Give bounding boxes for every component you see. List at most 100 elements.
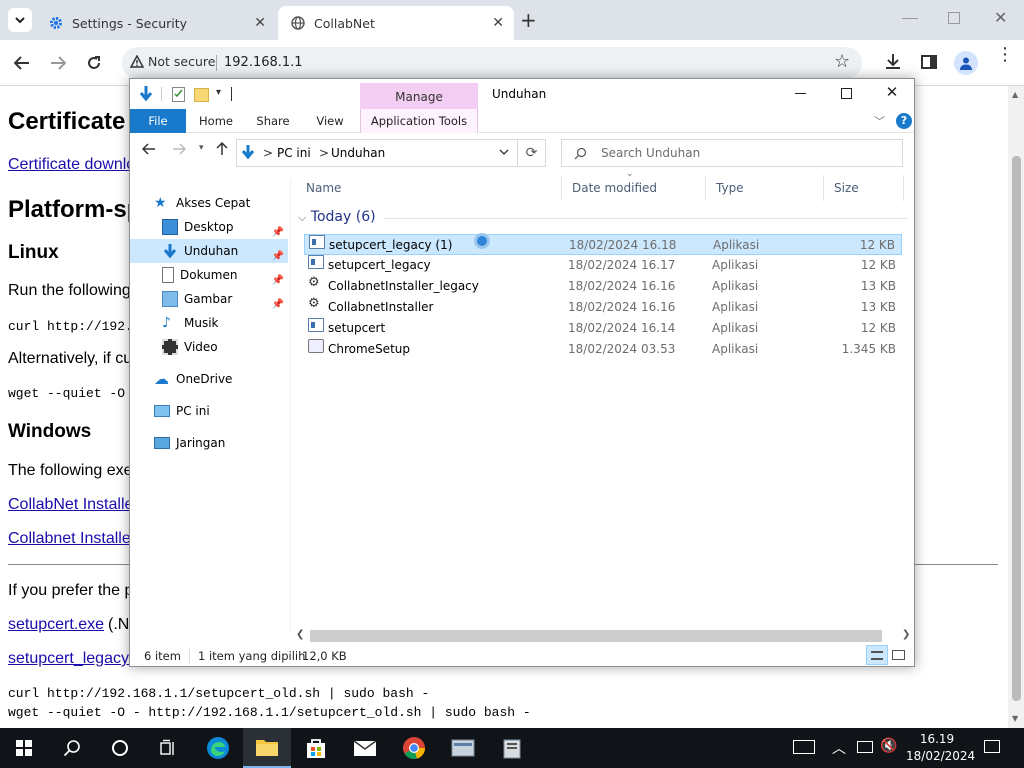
tab-manage[interactable]: Manage [360,83,478,109]
page-scrollbar[interactable]: ▲ ▼ [1008,86,1024,728]
nav-videos[interactable]: Video [162,335,288,359]
action-center-icon[interactable] [984,740,1000,753]
link-certificate-download[interactable]: Certificate downlo [8,156,135,174]
group-header[interactable]: ⌵ Today (6) [298,209,376,225]
nav-pictures[interactable]: Gambar 📌 [162,287,288,311]
reload-button[interactable] [81,50,107,76]
cortana-button[interactable] [96,728,144,768]
nav-music[interactable]: ♪ Musik [162,311,288,335]
tab-file[interactable]: File [130,109,186,133]
scroll-up-arrow[interactable]: ▲ [1012,90,1018,99]
properties-icon[interactable] [172,87,185,102]
file-row[interactable]: setupcert_legacy 18/02/2024 16.17 Aplika… [304,255,902,276]
notification-badge-icon[interactable] [793,740,815,754]
close-button[interactable]: ✕ [872,83,912,105]
downloads-button[interactable] [884,53,902,74]
nav-desktop[interactable]: Desktop 📌 [162,215,288,239]
pane-divider[interactable] [290,179,291,631]
scrollbar-thumb[interactable] [310,630,882,642]
tab-view[interactable]: View [306,109,354,133]
show-hidden-icons-button[interactable]: ︿ [832,738,846,758]
link-setupcert-legacy[interactable]: setupcert_legacy [8,650,129,668]
horizontal-scrollbar[interactable]: ❮ ❯ [296,629,914,643]
new-folder-icon[interactable] [194,88,209,102]
back-button[interactable] [9,50,35,76]
back-button[interactable] [141,143,156,158]
taskbar-edge[interactable] [194,728,242,768]
security-indicator[interactable]: Not secure [130,54,215,69]
new-tab-button[interactable]: + [520,8,537,32]
tab-collabnet[interactable]: CollabNet ✕ [278,6,514,40]
restore-button[interactable] [948,12,960,24]
taskbar-app-2[interactable] [488,728,536,768]
tab-application-tools[interactable]: Application Tools [360,109,478,133]
search-box[interactable]: Search Unduhan [561,139,903,167]
bookmark-star-icon[interactable]: ☆ [834,51,850,72]
recent-locations-icon[interactable]: ▾ [199,143,204,153]
tab-settings[interactable]: Settings - Security ✕ [36,6,276,40]
file-row[interactable]: ⚙ CollabnetInstaller 18/02/2024 16.16 Ap… [304,297,902,318]
link-setupcert[interactable]: setupcert.exe [8,616,104,634]
help-button[interactable]: ? [896,113,912,129]
network-status-icon[interactable] [857,741,873,753]
file-name: ChromeSetup [328,342,410,356]
file-row[interactable]: setupcert 18/02/2024 16.14 Aplikasi 12 K… [304,318,902,339]
link-collabnet-installer[interactable]: CollabNet Installe [8,496,133,514]
task-view-button[interactable] [144,728,192,768]
profile-avatar[interactable] [954,51,978,75]
scroll-left-arrow[interactable]: ❮ [296,629,304,640]
address-bar[interactable]: Not secure 192.168.1.1 ☆ [122,47,862,79]
side-panel-button[interactable] [921,55,937,69]
column-size[interactable]: Size [824,175,904,201]
scroll-down-arrow[interactable]: ▼ [1012,714,1018,723]
taskbar-chrome[interactable] [390,728,438,768]
breadcrumb-bar[interactable]: > PC ini > Unduhan [236,139,518,167]
warning-icon [130,55,144,68]
nav-downloads[interactable]: Unduhan 📌 [130,239,288,263]
system-clock[interactable]: 16.19 18/02/2024 [906,731,975,765]
tab-home[interactable]: Home [190,109,242,133]
breadcrumb-unduhan[interactable]: Unduhan [331,146,385,160]
link-collabnet-installer-legacy[interactable]: Collabnet Installe [8,530,131,548]
customize-qat-icon[interactable]: ▾ [216,87,221,98]
expand-ribbon-icon[interactable]: ﹀ [874,113,885,129]
breadcrumb-pc[interactable]: PC ini [277,146,311,160]
start-button[interactable] [0,728,48,768]
search-button[interactable] [48,728,96,768]
column-date-modified[interactable]: Date modified [562,175,706,201]
taskbar-store[interactable] [292,728,340,768]
taskbar-file-explorer[interactable] [243,728,291,768]
nav-onedrive[interactable]: ☁ OneDrive [154,367,284,391]
large-icons-view-button[interactable] [892,650,905,660]
close-tab-icon[interactable]: ✕ [254,15,266,31]
nav-documents[interactable]: Dokumen 📌 [162,263,288,287]
minimize-button[interactable] [780,83,820,105]
column-name[interactable]: Name [296,175,562,201]
forward-button[interactable] [172,143,187,158]
minimize-button[interactable] [902,10,918,24]
more-menu-icon[interactable]: ⋮ [996,46,1014,64]
tab-search-button[interactable] [8,8,32,32]
close-tab-icon[interactable]: ✕ [492,15,504,31]
column-type[interactable]: Type [706,175,824,201]
nav-quick-access[interactable]: ★ Akses Cepat [154,191,284,215]
address-dropdown-icon[interactable] [499,145,509,159]
file-row[interactable]: setupcert_legacy (1) 18/02/2024 16.18 Ap… [304,234,902,255]
taskbar-mail[interactable] [341,728,389,768]
details-view-button[interactable] [866,645,888,665]
taskbar-app-1[interactable] [439,728,487,768]
forward-button[interactable] [45,50,71,76]
nav-network[interactable]: Jaringan [154,431,284,455]
tab-share[interactable]: Share [248,109,298,133]
close-window-button[interactable]: ✕ [994,8,1007,27]
url-text[interactable]: 192.168.1.1 [224,55,303,70]
file-row[interactable]: ChromeSetup 18/02/2024 03.53 Aplikasi 1.… [304,339,902,360]
file-row[interactable]: ⚙ CollabnetInstaller_legacy 18/02/2024 1… [304,276,902,297]
scrollbar-thumb[interactable] [1012,156,1021,701]
scroll-right-arrow[interactable]: ❯ [902,629,910,640]
volume-muted-icon[interactable]: 🔇 [880,738,897,754]
refresh-button[interactable]: ⟳ [518,139,546,167]
up-button[interactable] [216,141,228,159]
maximize-button[interactable] [826,83,866,105]
nav-this-pc[interactable]: PC ini [154,399,284,423]
